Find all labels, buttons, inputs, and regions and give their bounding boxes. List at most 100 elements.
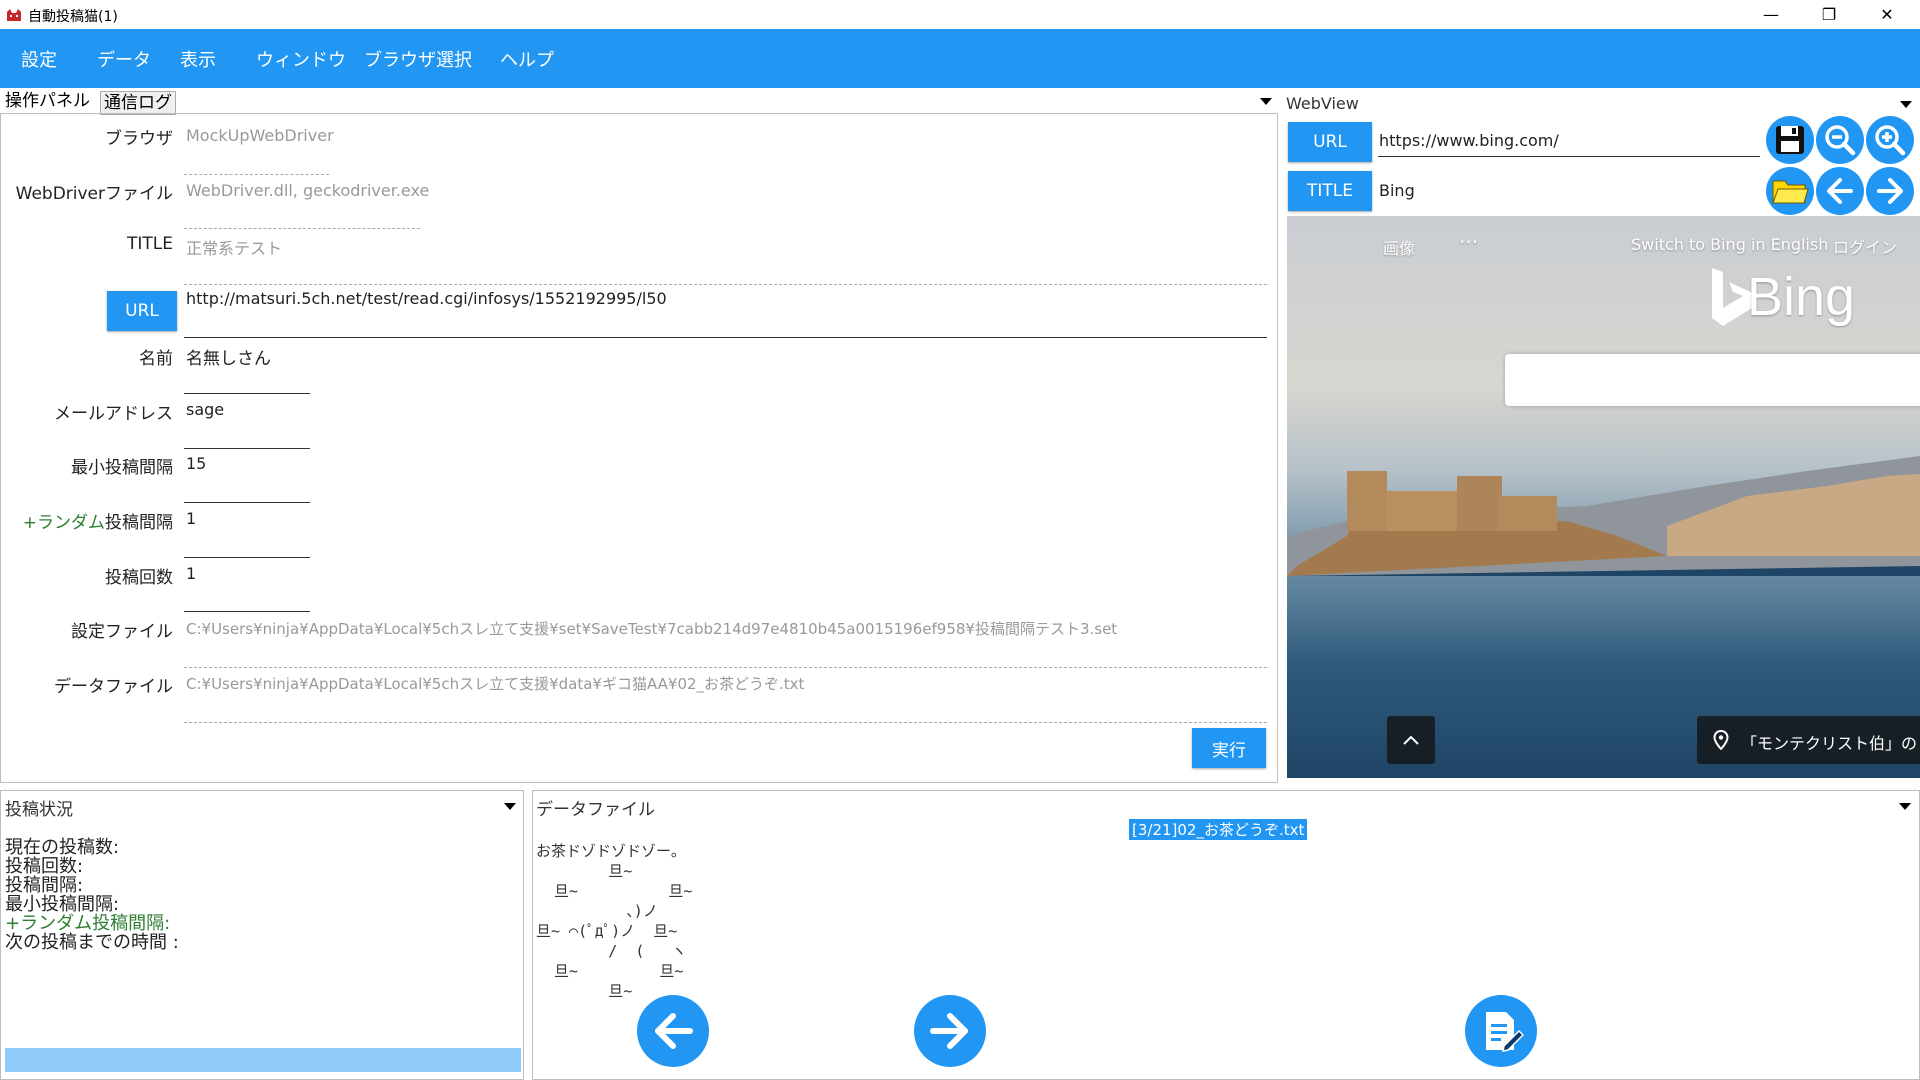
arrow-right-icon — [930, 1013, 968, 1049]
webview-header: WebView — [1286, 94, 1359, 113]
post-status-panel: 投稿状況 現在の投稿数: 投稿回数: 投稿間隔: 最小投稿間隔: +ランダム投稿… — [0, 790, 524, 1080]
status-lines: 現在の投稿数: 投稿回数: 投稿間隔: 最小投稿間隔: +ランダム投稿間隔: 次… — [5, 838, 179, 952]
url-input[interactable]: http://matsuri.5ch.net/test/read.cgi/inf… — [186, 289, 667, 308]
close-button[interactable]: ✕ — [1864, 0, 1910, 29]
bing-nav-images[interactable]: 画像 — [1383, 235, 1415, 259]
post-progress-bar — [5, 1048, 521, 1072]
zoom-in-button[interactable] — [1866, 116, 1914, 164]
floppy-disk-icon — [1776, 126, 1804, 154]
random-interval-input[interactable]: 1 — [186, 509, 196, 528]
webdriver-label: WebDriverファイル — [15, 184, 173, 204]
menu-help[interactable]: ヘルプ — [500, 46, 554, 72]
menu-view[interactable]: 表示 — [180, 46, 216, 72]
title-underline — [184, 284, 1267, 285]
data-file-tag: [3/21]02_お茶どうぞ.txt — [1129, 819, 1308, 840]
post-status-header: 投稿状況 — [5, 800, 73, 820]
webview-menu-arrow-icon[interactable] — [1900, 101, 1912, 108]
location-pin-icon — [1713, 730, 1729, 750]
edit-document-icon — [1486, 1012, 1524, 1052]
folder-icon — [1772, 180, 1809, 204]
tab-strip: 操作パネル 通信ログ — [0, 88, 1282, 115]
browser-label: ブラウザ — [105, 129, 173, 149]
menu-browser-select[interactable]: ブラウザ選択 — [364, 46, 472, 72]
status-menu-arrow-icon[interactable] — [504, 803, 516, 810]
min-interval-input[interactable]: 15 — [186, 454, 206, 473]
browser-underline — [184, 174, 329, 175]
chevron-up-icon — [1403, 735, 1419, 745]
tab-comm-log[interactable]: 通信ログ — [100, 91, 176, 115]
bing-logo-text: Bing — [1747, 267, 1856, 327]
bing-nav-more[interactable]: ··· — [1459, 230, 1478, 254]
browser-value: MockUpWebDriver — [186, 126, 334, 145]
zoom-in-icon — [1875, 125, 1906, 156]
settings-file-value: C:¥Users¥ninja¥AppData¥Local¥5chスレ立て支援¥s… — [186, 620, 1118, 638]
ascii-art-content: お茶ドゾドゾドゾー。 旦~ 旦~ 旦~ 、)ノ 旦~ ⌒(ﾟдﾟ)ノ 旦~ / … — [536, 842, 693, 1000]
bing-search-box[interactable] — [1505, 354, 1920, 406]
min-interval-label: 最小投稿間隔 — [71, 458, 173, 478]
webview-url-button[interactable]: URL — [1288, 122, 1372, 162]
count-label: 投稿回数 — [105, 568, 173, 588]
webview-panel: WebView URL https://www.bing.com/ TITLE … — [1286, 88, 1920, 783]
name-input[interactable]: 名無しさん — [186, 344, 271, 369]
webview-title-value: Bing — [1379, 181, 1415, 200]
min-interval-underline — [184, 502, 310, 503]
execute-button[interactable]: 実行 — [1192, 728, 1266, 768]
count-underline — [184, 611, 310, 612]
webview-browser[interactable]: 画像 ··· Switch to Bing in English ログイン Bi… — [1287, 216, 1920, 778]
data-edit-button[interactable] — [1465, 995, 1537, 1067]
count-input[interactable]: 1 — [186, 564, 196, 583]
mail-input[interactable]: sage — [186, 400, 224, 419]
webview-url-input[interactable]: https://www.bing.com/ — [1379, 131, 1559, 150]
bing-login[interactable]: ログイン — [1833, 234, 1897, 258]
zoom-out-button[interactable] — [1816, 116, 1864, 164]
menu-settings[interactable]: 設定 — [21, 46, 57, 72]
webview-url-underline — [1378, 156, 1760, 157]
name-underline — [184, 393, 310, 394]
status-next-time: 次の投稿までの時間 : — [5, 932, 179, 953]
status-interval: 投稿間隔: — [5, 875, 84, 896]
bing-caption-box[interactable]: 「モンテクリスト伯」の — [1697, 716, 1920, 764]
webdriver-value: WebDriver.dll, geckodriver.exe — [186, 181, 430, 200]
data-menu-arrow-icon[interactable] — [1899, 803, 1911, 810]
arrow-left-icon — [1827, 178, 1853, 204]
arrow-left-icon — [655, 1013, 693, 1049]
menu-data[interactable]: データ — [97, 46, 151, 72]
window-title: 自動投稿猫(1) — [28, 9, 118, 25]
mail-underline — [184, 448, 310, 449]
menu-window[interactable]: ウィンドウ — [256, 46, 346, 72]
save-button[interactable] — [1766, 116, 1814, 164]
browser-back-button[interactable] — [1816, 167, 1864, 215]
browser-forward-button[interactable] — [1866, 167, 1914, 215]
title-input[interactable]: 正常系テスト — [186, 235, 282, 259]
webview-title-button[interactable]: TITLE — [1288, 171, 1372, 211]
status-random-interval: +ランダム投稿間隔: — [5, 913, 171, 934]
scroll-up-button[interactable] — [1387, 716, 1435, 764]
random-interval-label: +ランダム投稿間隔 — [22, 513, 173, 533]
data-prev-button[interactable] — [637, 995, 709, 1067]
title-label: TITLE — [127, 234, 173, 254]
arrow-right-icon — [1877, 178, 1903, 204]
app-cat-icon — [6, 7, 22, 21]
panel-menu-arrow-icon[interactable] — [1260, 98, 1272, 105]
status-current-count: 現在の投稿数: — [5, 837, 120, 858]
operation-panel: ブラウザ MockUpWebDriver WebDriverファイル WebDr… — [0, 113, 1278, 783]
tab-operation-panel[interactable]: 操作パネル — [2, 90, 93, 112]
data-next-button[interactable] — [914, 995, 986, 1067]
status-min-interval: 最小投稿間隔: — [5, 894, 120, 915]
url-underline — [184, 337, 1267, 338]
restore-button[interactable]: ❐ — [1806, 0, 1852, 29]
random-interval-underline — [184, 557, 310, 558]
menu-bar: 設定 データ 表示 ウィンドウ ブラウザ選択 ヘルプ — [0, 29, 1920, 88]
zoom-out-icon — [1825, 125, 1856, 156]
data-file-underline — [184, 722, 1267, 723]
name-label: 名前 — [139, 349, 173, 369]
open-folder-button[interactable] — [1766, 167, 1814, 215]
settings-file-label: 設定ファイル — [71, 622, 173, 642]
status-post-count: 投稿回数: — [5, 856, 84, 877]
title-bar: 自動投稿猫(1) — ❐ ✕ — [0, 0, 1920, 29]
mail-label: メールアドレス — [54, 404, 173, 424]
minimize-button[interactable]: — — [1748, 0, 1794, 29]
bing-switch-language[interactable]: Switch to Bing in English — [1631, 235, 1828, 254]
url-button[interactable]: URL — [107, 291, 177, 331]
data-file-header: データファイル — [536, 800, 655, 820]
